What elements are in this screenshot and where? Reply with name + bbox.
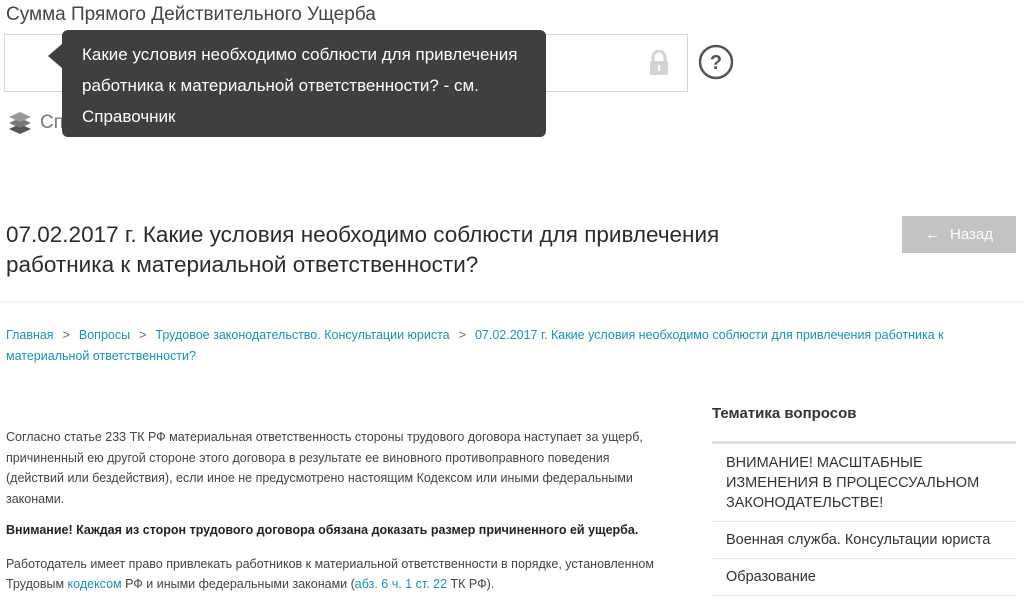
tooltip: Какие условия необходимо соблюсти для пр… — [48, 30, 546, 137]
article-content: Согласно статье 233 ТК РФ материальная о… — [6, 427, 666, 603]
sidebar-item-military-service[interactable]: Военная служба. Консультации юриста — [712, 522, 1016, 559]
breadcrumb-separator: > — [139, 328, 147, 342]
sidebar: Тематика вопросов ВНИМАНИЕ! МАСШТАБНЫЕ И… — [712, 403, 1016, 596]
breadcrumb-home[interactable]: Главная — [6, 328, 54, 342]
breadcrumb: Главная > Вопросы > Трудовое законодательств… — [6, 325, 986, 367]
sidebar-item-procedural-changes[interactable]: ВНИМАНИЕ! МАСШТАБНЫЕ ИЗМЕНЕНИЯ В ПРОЦЕСС… — [712, 444, 1016, 522]
text-segment: ТК РФ). — [447, 577, 495, 591]
sidebar-item-education[interactable]: Образование — [712, 559, 1016, 596]
help-icon[interactable]: ? — [698, 44, 734, 80]
arrow-left-icon: ← — [925, 226, 940, 243]
breadcrumb-current[interactable]: 07.02.2017 г. Какие условия необходимо с… — [6, 328, 944, 363]
breadcrumb-questions[interactable]: Вопросы — [79, 328, 130, 342]
article-paragraph: Работодатель имеет право привлекать рабо… — [6, 554, 666, 595]
tooltip-arrow — [48, 44, 62, 68]
article-warning: Внимание! Каждая из сторон трудового дог… — [6, 523, 639, 537]
page-title: 07.02.2017 г. Какие условия необходимо с… — [6, 222, 720, 277]
text-segment: РФ и иными федеральными законами ( — [121, 577, 355, 591]
back-button[interactable]: ← Назад — [902, 216, 1016, 253]
article-paragraph: Согласно статье 233 ТК РФ материальная о… — [6, 430, 643, 506]
breadcrumb-labor-law[interactable]: Трудовое законодательство. Консультации … — [155, 328, 449, 342]
book-icon — [9, 112, 31, 134]
svg-text:?: ? — [710, 52, 722, 74]
article-ref-link[interactable]: абз. 6 ч. 1 ст. 22 — [355, 577, 447, 591]
breadcrumb-separator: > — [458, 328, 466, 342]
field-label: Сумма Прямого Действительного Ущерба — [6, 4, 376, 25]
code-link[interactable]: кодексом — [68, 577, 122, 591]
sidebar-title: Тематика вопросов — [712, 405, 857, 422]
tooltip-text: Какие условия необходимо соблюсти для пр… — [82, 45, 518, 126]
divider — [0, 302, 1024, 303]
back-button-label: Назад — [950, 226, 993, 243]
lock-icon — [650, 50, 668, 75]
breadcrumb-separator: > — [62, 328, 70, 342]
